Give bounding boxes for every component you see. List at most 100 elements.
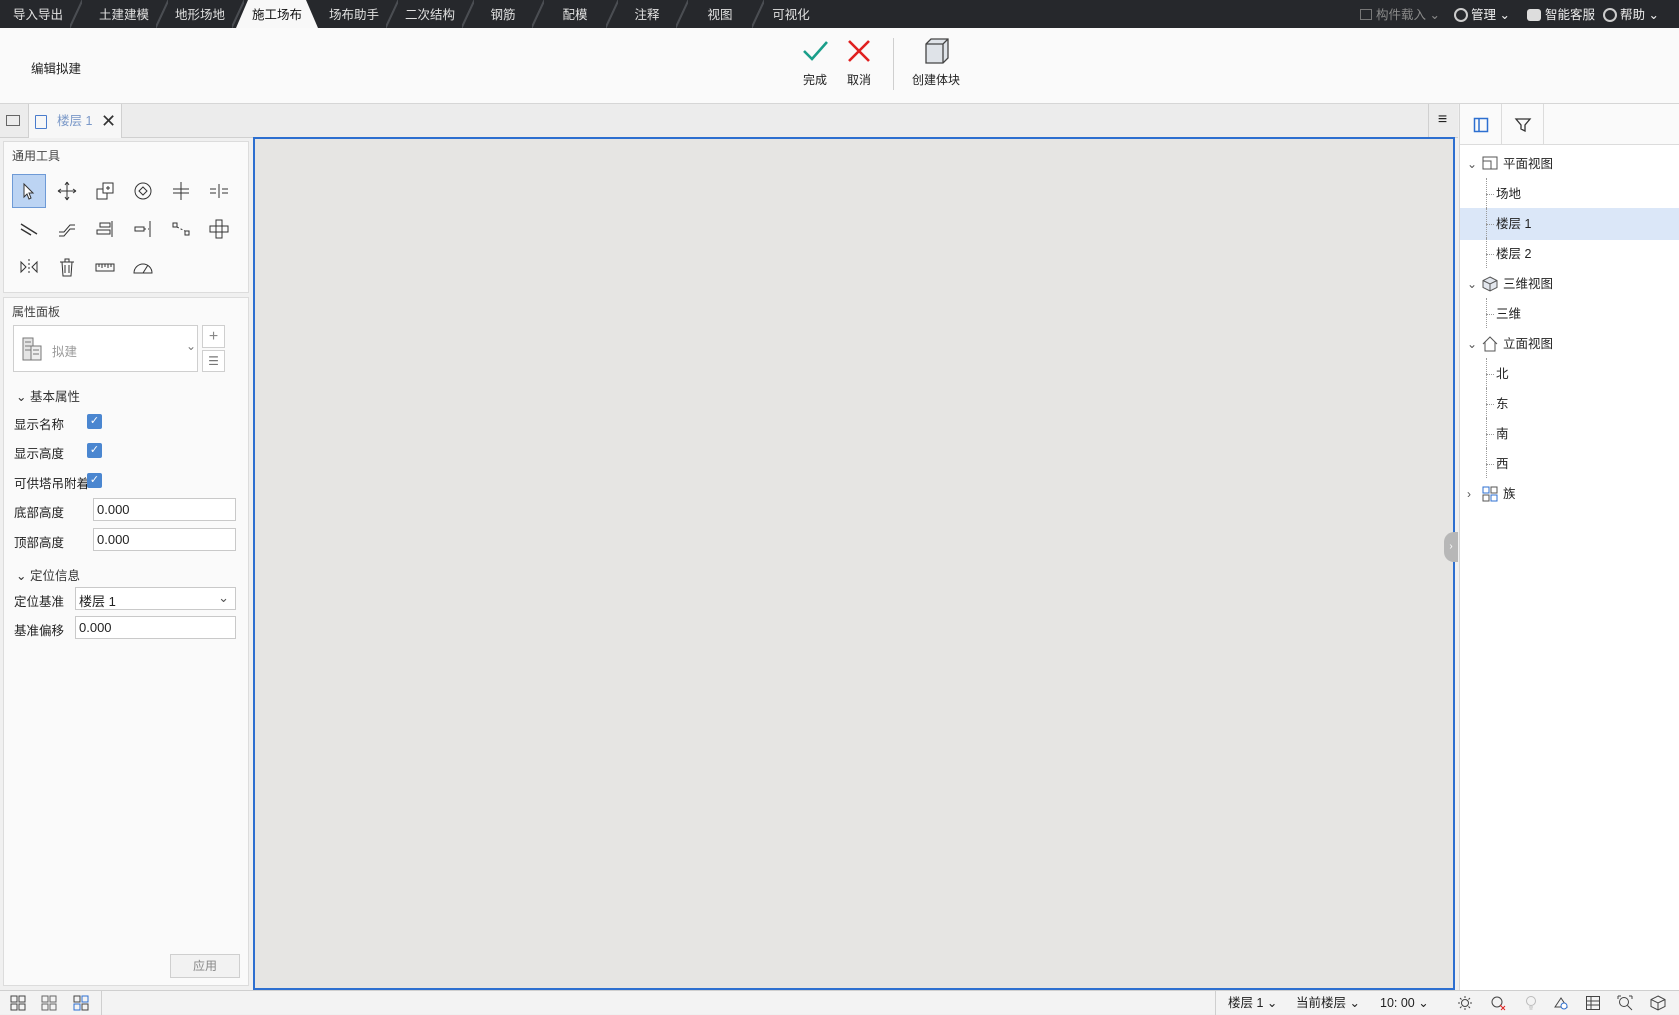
tree-item-8[interactable]: 东 <box>1460 388 1679 420</box>
tree-guide-line <box>1486 298 1487 328</box>
delete-icon <box>60 258 74 277</box>
chevron-down-icon: ⌄ <box>16 569 30 583</box>
tree-item-5[interactable]: 三维 <box>1460 298 1679 330</box>
hide-icon[interactable] <box>1490 995 1506 1011</box>
show-name-checkbox[interactable]: ✓ <box>87 414 102 429</box>
tab-construction-layout[interactable]: 施工场布 <box>236 0 318 28</box>
base-offset-field[interactable]: 0.000 <box>75 616 236 639</box>
top-height-field[interactable]: 0.000 <box>93 528 236 551</box>
tab-rebar[interactable]: 钢筋 <box>468 0 544 28</box>
hamburger-menu-icon[interactable]: ≡ <box>1428 104 1456 138</box>
tree-group-4[interactable]: ⌄ 三维视图 <box>1460 268 1679 300</box>
current-floor-select[interactable]: 当前楼层 ⌄ <box>1296 991 1360 1015</box>
status-bar: 楼层 1 ⌄ 当前楼层 ⌄ 10: 00 ⌄ <box>0 990 1679 1015</box>
chevron-down-icon[interactable]: ⌄ <box>1467 268 1477 300</box>
3d-view-icon[interactable] <box>1650 995 1666 1011</box>
tab-import-export[interactable]: 导入导出 <box>0 0 82 28</box>
chevron-right-icon[interactable]: › <box>1467 478 1471 510</box>
close-tab-icon[interactable]: ✕ <box>101 104 116 138</box>
type-settings-button[interactable]: ☰ <box>202 350 225 372</box>
break-tool-button[interactable] <box>164 212 198 246</box>
chevron-down-icon[interactable]: ⌄ <box>1467 328 1477 360</box>
position-base-select[interactable]: 楼层 1 ⌄ <box>75 587 236 610</box>
component-load-icon <box>1360 9 1372 20</box>
building-type-icon <box>22 337 42 361</box>
tree-group-11[interactable]: › 族 <box>1460 478 1679 510</box>
angle-measure-tool-button[interactable] <box>126 250 160 284</box>
create-block-button[interactable]: 创建体块 <box>910 36 962 88</box>
tree-item-1[interactable]: 场地 <box>1460 178 1679 210</box>
mirror-tool-button[interactable] <box>12 250 46 284</box>
new-window-icon[interactable] <box>6 115 20 126</box>
tree-group-0[interactable]: ⌄ 平面视图 <box>1460 148 1679 180</box>
select-all-icon[interactable] <box>10 995 26 1011</box>
tower-crane-attach-checkbox[interactable]: ✓ <box>87 473 102 488</box>
filter-button[interactable] <box>1502 104 1544 145</box>
tree-item-9[interactable]: 南 <box>1460 418 1679 450</box>
bottom-height-field[interactable]: 0.000 <box>93 498 236 521</box>
add-type-button[interactable]: + <box>202 325 225 348</box>
extend-tool-button[interactable] <box>126 212 160 246</box>
check-icon <box>803 41 828 61</box>
tree-item-3[interactable]: 楼层 2 <box>1460 238 1679 270</box>
trim-tool-button[interactable] <box>164 174 198 208</box>
tree-item-10[interactable]: 西 <box>1460 448 1679 480</box>
sun-icon[interactable] <box>1457 995 1473 1011</box>
drawing-canvas[interactable] <box>253 137 1455 990</box>
position-info-header[interactable]: ⌄ 定位信息 <box>16 565 80 584</box>
tree-item-7[interactable]: 北 <box>1460 358 1679 390</box>
section-box-icon[interactable] <box>1553 995 1569 1011</box>
grid-select-icon[interactable] <box>41 995 57 1011</box>
tab-secondary-structure[interactable]: 二次结构 <box>392 0 474 28</box>
delete-tool-button[interactable] <box>50 250 84 284</box>
chevron-down-icon: ⌄ <box>1496 8 1510 22</box>
copy-tool-button[interactable] <box>88 174 122 208</box>
light-bulb-icon[interactable] <box>1523 995 1539 1011</box>
apply-button[interactable]: 应用 <box>170 954 240 978</box>
manage-menu[interactable]: 管理 ⌄ <box>1454 0 1510 28</box>
tab-formwork[interactable]: 配模 <box>538 0 618 28</box>
panel-toggle-button[interactable] <box>1460 104 1502 145</box>
measure-tool-button[interactable] <box>88 250 122 284</box>
cancel-button[interactable]: 取消 <box>842 36 876 88</box>
zoom-fit-icon[interactable] <box>1617 995 1633 1011</box>
align-tool-button[interactable] <box>88 212 122 246</box>
tree-group-6[interactable]: ⌄ 立面视图 <box>1460 328 1679 360</box>
move-tool-button[interactable] <box>50 174 84 208</box>
left-panel: 通用工具 属性面板 拟建 ⌄ + ☰ ⌄ 基本属性 显示名称 ✓ 显示高度 ✓ … <box>3 141 249 986</box>
smart-service-button[interactable]: 智能客服 <box>1527 0 1595 28</box>
basic-properties-header[interactable]: ⌄ 基本属性 <box>16 386 80 405</box>
tree-item-2[interactable]: 楼层 1 <box>1460 208 1679 240</box>
rotate-tool-button[interactable] <box>126 174 160 208</box>
offset-tool-button[interactable] <box>12 212 46 246</box>
tab-terrain-site[interactable]: 地形场地 <box>162 0 244 28</box>
angle-measure-icon <box>133 263 153 274</box>
component-load-menu[interactable]: 构件载入 ⌄ <box>1360 0 1440 28</box>
component-load-label: 构件载入 <box>1376 8 1427 22</box>
array-tool-button[interactable] <box>202 212 236 246</box>
split-tool-button[interactable] <box>202 174 236 208</box>
show-height-checkbox[interactable]: ✓ <box>87 443 102 458</box>
chevron-down-icon: ⌄ <box>16 390 30 404</box>
collapse-panel-handle[interactable]: › <box>1444 532 1458 562</box>
display-settings-icon[interactable] <box>1585 995 1601 1011</box>
select-tool-button[interactable] <box>12 174 46 208</box>
tab-layout-assistant[interactable]: 场布助手 <box>316 0 398 28</box>
tree-label: 三维视图 <box>1503 277 1554 291</box>
time-select[interactable]: 10: 00 ⌄ <box>1380 991 1429 1015</box>
tab-annotation[interactable]: 注释 <box>612 0 688 28</box>
stretch-tool-button[interactable] <box>50 212 84 246</box>
doc-tab-floor1[interactable]: 楼层 1 ✕ <box>28 104 122 138</box>
tab-visualization[interactable]: 可视化 <box>758 0 824 28</box>
chevron-down-icon[interactable]: ⌄ <box>1467 148 1477 180</box>
finish-button[interactable]: 完成 <box>798 36 832 88</box>
tab-view[interactable]: 视图 <box>682 0 764 28</box>
panel-icon <box>1473 117 1488 132</box>
help-menu[interactable]: 帮助 ⌄ <box>1603 0 1659 28</box>
floor-select[interactable]: 楼层 1 ⌄ <box>1228 991 1277 1015</box>
tab-civil-modeling[interactable]: 土建建模 <box>86 0 168 28</box>
select-icon <box>23 182 35 200</box>
create-block-label: 创建体块 <box>911 73 960 87</box>
invert-select-icon[interactable] <box>73 995 89 1011</box>
type-selector[interactable]: 拟建 ⌄ <box>13 325 198 372</box>
